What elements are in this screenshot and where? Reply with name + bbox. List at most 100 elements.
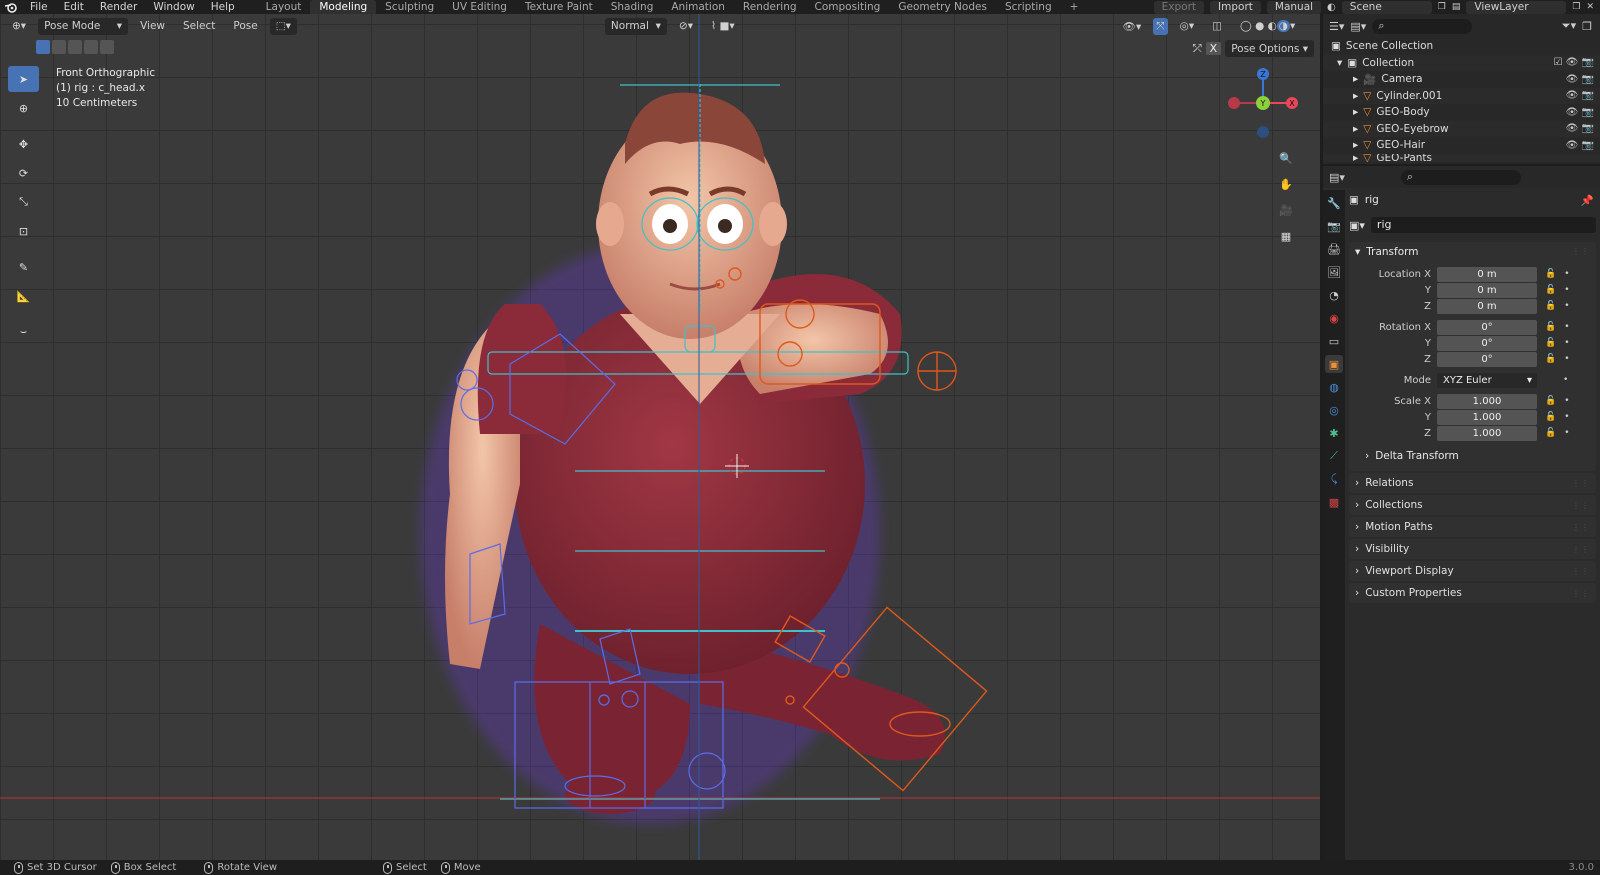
rotation-x-field[interactable]: 0°	[1437, 319, 1537, 335]
outliner-row-geo-eyebrow[interactable]: ▸ ▽ GEO-Eyebrow 👁 📷	[1323, 120, 1600, 137]
keyframe-dot-icon[interactable]: •	[1564, 354, 1569, 364]
keyframe-dot-icon[interactable]: •	[1564, 396, 1569, 406]
lock-icon[interactable]: 🔓	[1545, 322, 1556, 332]
visibility-toggles[interactable]: ☑ 👁 📷	[1554, 57, 1594, 68]
blender-logo-icon[interactable]	[0, 2, 22, 13]
expand-chevron-icon[interactable]: ▾	[1337, 57, 1342, 69]
transform-panel-header[interactable]: ▾ Transform ⋮⋮	[1349, 242, 1596, 261]
manual-button[interactable]: Manual	[1266, 0, 1322, 14]
drag-handle-icon[interactable]: ⋮⋮	[1572, 479, 1590, 488]
visibility-toggles[interactable]: 👁 📷	[1566, 74, 1594, 85]
scale-z-field[interactable]: 1.000	[1437, 425, 1537, 441]
menu-render[interactable]: Render	[92, 0, 145, 14]
object-name-field[interactable]: rig	[1370, 217, 1596, 233]
bone-tool[interactable]: ⌣	[8, 319, 39, 345]
constraints-tab-icon[interactable]: ✱	[1325, 424, 1343, 442]
menu-help[interactable]: Help	[203, 0, 243, 14]
keyframe-dot-icon[interactable]: •	[1564, 322, 1569, 332]
location-y-field[interactable]: 0 m	[1437, 282, 1537, 298]
tab-geometry-nodes[interactable]: Geometry Nodes	[889, 0, 996, 14]
scene-new-icon[interactable]: ❐	[1438, 2, 1446, 12]
keyframe-dot-icon[interactable]: •	[1564, 269, 1569, 279]
visibility-panel[interactable]: › Visibility ⋮⋮	[1349, 539, 1596, 559]
location-z-field[interactable]: 0 m	[1437, 298, 1537, 314]
output-tab-icon[interactable]: 🖨	[1325, 240, 1343, 258]
tab-texture-paint[interactable]: Texture Paint	[516, 0, 602, 14]
expand-chevron-icon[interactable]: ▸	[1353, 106, 1358, 118]
expand-chevron-icon[interactable]: ▸	[1353, 73, 1358, 85]
3d-viewport[interactable]: ⊕▾ Pose Mode ▾ View Select Pose ⬚▾ Normal…	[0, 14, 1320, 860]
menu-edit[interactable]: Edit	[56, 0, 92, 14]
properties-search[interactable]: ⌕	[1400, 169, 1521, 185]
scale-y-field[interactable]: 1.000	[1437, 409, 1537, 425]
scale-x-field[interactable]: 1.000	[1437, 393, 1537, 409]
viewlayer-close-icon[interactable]: ✕	[1586, 2, 1594, 12]
grid-icon[interactable]: ▦	[1276, 226, 1296, 246]
drag-handle-icon[interactable]: ⋮⋮	[1572, 501, 1590, 510]
viewlayer-new-icon[interactable]: ❐	[1572, 2, 1580, 12]
render-tab-icon[interactable]: 📷	[1325, 217, 1343, 235]
outliner-row-collection[interactable]: ▾ ▣ Collection ☑ 👁 📷	[1323, 54, 1600, 71]
viewport-display-panel[interactable]: › Viewport Display ⋮⋮	[1349, 561, 1596, 581]
cursor-tool[interactable]: ⊕	[8, 95, 39, 121]
drag-handle-icon[interactable]: ⋮⋮	[1572, 589, 1590, 598]
editor-type-icon[interactable]: ☰▾	[1329, 20, 1344, 33]
expand-chevron-icon[interactable]: ▸	[1353, 90, 1358, 102]
new-collection-icon[interactable]: ❐	[1582, 20, 1592, 33]
physics-tab-icon[interactable]: ◎	[1325, 401, 1343, 419]
modifier-tab-icon[interactable]: ◍	[1325, 378, 1343, 396]
keyframe-dot-icon[interactable]: •	[1563, 375, 1568, 385]
outliner-row-camera[interactable]: ▸ 🎥 Camera 👁 📷	[1323, 71, 1600, 88]
menu-window[interactable]: Window	[145, 0, 202, 14]
drag-handle-icon[interactable]: ⋮⋮	[1572, 567, 1590, 576]
visibility-toggles[interactable]: 👁 📷	[1566, 140, 1594, 151]
outliner-row-cylinder[interactable]: ▸ ▽ Cylinder.001 👁 📷	[1323, 87, 1600, 104]
add-workspace-icon[interactable]: +	[1061, 0, 1088, 14]
tab-uv-editing[interactable]: UV Editing	[443, 0, 516, 14]
lock-icon[interactable]: 🔓	[1545, 269, 1556, 279]
bone-tab-icon[interactable]: ⤹	[1325, 470, 1343, 488]
visibility-toggles[interactable]: 👁 📷	[1566, 90, 1594, 101]
view-layer-tab-icon[interactable]: 🖼	[1325, 263, 1343, 281]
rotation-y-field[interactable]: 0°	[1437, 335, 1537, 351]
tab-shading[interactable]: Shading	[602, 0, 663, 14]
outliner-row-geo-pants[interactable]: ▸ ▽ GEO-Pants	[1323, 153, 1600, 162]
visibility-toggles[interactable]: 👁 📷	[1566, 107, 1594, 118]
lock-icon[interactable]: 🔓	[1545, 338, 1556, 348]
tab-sculpting[interactable]: Sculpting	[376, 0, 443, 14]
texture-tab-icon[interactable]: ▩	[1325, 493, 1343, 511]
keyframe-dot-icon[interactable]: •	[1564, 338, 1569, 348]
expand-chevron-icon[interactable]: ▸	[1353, 123, 1358, 135]
scene-tab-icon[interactable]: ◔	[1325, 286, 1343, 304]
filter-icon[interactable]: ⏷▾	[1562, 19, 1576, 33]
outliner-row-geo-body[interactable]: ▸ ▽ GEO-Body 👁 📷	[1323, 104, 1600, 121]
tab-scripting[interactable]: Scripting	[996, 0, 1061, 14]
rotate-tool[interactable]: ⟳	[8, 160, 39, 186]
tab-compositing[interactable]: Compositing	[806, 0, 890, 14]
select-box-tool[interactable]: ➤	[8, 66, 39, 92]
collection-tab-icon[interactable]: ▭	[1325, 332, 1343, 350]
keyframe-dot-icon[interactable]: •	[1564, 412, 1569, 422]
tool-tab-icon[interactable]: 🔧	[1325, 194, 1343, 212]
world-tab-icon[interactable]: ◉	[1325, 309, 1343, 327]
annotate-tool[interactable]: ✎	[8, 254, 39, 280]
tab-layout[interactable]: Layout	[257, 0, 311, 14]
expand-chevron-icon[interactable]: ▸	[1353, 154, 1358, 162]
scale-tool[interactable]: ⤡	[8, 189, 39, 215]
rotation-z-field[interactable]: 0°	[1437, 351, 1537, 367]
zoom-icon[interactable]: 🔍	[1276, 148, 1296, 168]
rotation-mode-select[interactable]: XYZ Euler ▾	[1437, 372, 1537, 388]
outliner-row-geo-hair[interactable]: ▸ ▽ GEO-Hair 👁 📷	[1323, 137, 1600, 154]
editor-type-icon[interactable]: ▤▾	[1329, 171, 1345, 184]
lock-icon[interactable]: 🔓	[1545, 354, 1556, 364]
lock-icon[interactable]: 🔓	[1545, 301, 1556, 311]
keyframe-dot-icon[interactable]: •	[1564, 428, 1569, 438]
relations-panel[interactable]: › Relations ⋮⋮	[1349, 473, 1596, 493]
motion-paths-panel[interactable]: › Motion Paths ⋮⋮	[1349, 517, 1596, 537]
viewlayer-selector[interactable]: ViewLayer	[1466, 0, 1567, 14]
move-tool[interactable]: ✥	[8, 131, 39, 157]
navigation-gizmo[interactable]: Z X Y	[1226, 66, 1300, 140]
outliner-row-scene-collection[interactable]: ▣ Scene Collection	[1323, 38, 1600, 55]
tab-animation[interactable]: Animation	[662, 0, 734, 14]
armature-data-tab-icon[interactable]: ⟋	[1325, 447, 1343, 465]
